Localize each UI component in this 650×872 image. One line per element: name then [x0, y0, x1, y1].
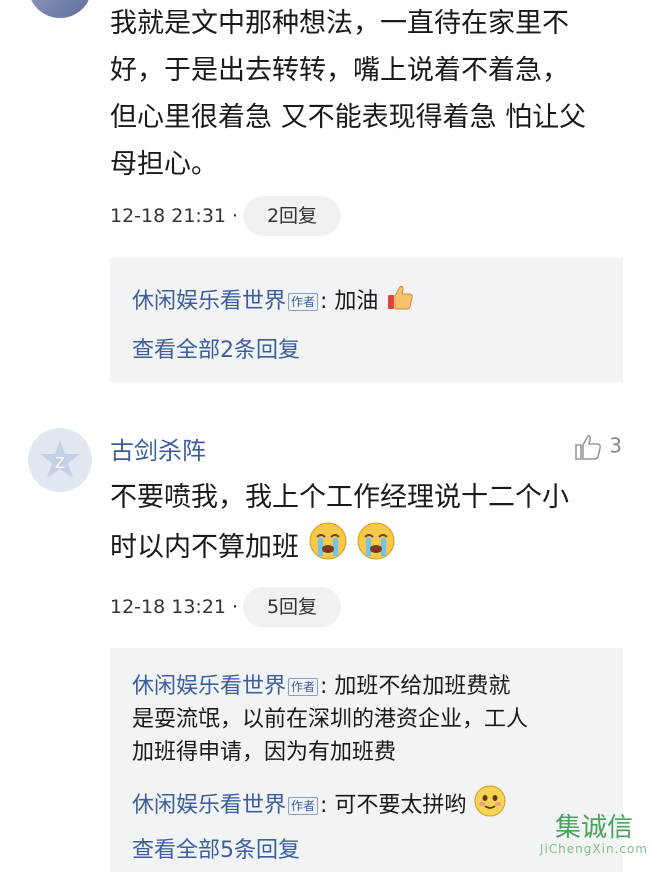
author-badge: 作者: [288, 678, 319, 696]
default-avatar-icon: Z: [28, 428, 92, 492]
author-badge: 作者: [288, 797, 319, 815]
view-all-replies-link[interactable]: 查看全部2条回复: [132, 332, 300, 364]
reply-line: 休闲娱乐看世界 作者: 加班不给加班费就 是耍流氓，以前在深圳的港资企业，工人 加…: [132, 670, 602, 769]
reply-author-name[interactable]: 休闲娱乐看世界: [132, 793, 286, 818]
like-count: 3: [609, 433, 622, 458]
comment-text: 不要喷我，我上个工作经理说十二个小 时以内不算加班: [110, 474, 610, 576]
comment-timestamp: 12-18 21:31 ·: [110, 205, 239, 227]
avatar[interactable]: Z: [28, 428, 92, 492]
crying-face-emoji-icon: [356, 521, 396, 576]
comment-text: 我就是文中那种想法，一直待在家里不 好，于是出去转转，嘴上说着不着急， 但心里很…: [110, 8, 587, 180]
svg-text:Z: Z: [55, 455, 65, 472]
crying-face-emoji-icon: [308, 521, 348, 576]
thumbs-up-icon: [573, 434, 609, 460]
comment-username[interactable]: 古剑杀阵: [110, 431, 206, 466]
reply-text: : 可不要太拼哟: [320, 793, 467, 818]
reply-author-name[interactable]: 休闲娱乐看世界: [132, 289, 286, 314]
reply-author-name[interactable]: 休闲娱乐看世界: [132, 674, 286, 699]
view-all-replies-link[interactable]: 查看全部5条回复: [132, 832, 300, 864]
author-badge: 作者: [288, 293, 319, 311]
comment-timestamp: 12-18 13:21 ·: [110, 596, 239, 618]
reply-line: 休闲娱乐看世界 作者: 可不要太拼哟: [132, 784, 602, 828]
site-watermark-logo: 集诚信 JiChengXin.com: [539, 813, 648, 856]
reply-preview-box[interactable]: 休闲娱乐看世界 作者: 加油 查看全部2条回复: [110, 258, 623, 382]
smiling-face-emoji-icon: [473, 784, 507, 828]
reply-line: 休闲娱乐看世界 作者: 加油: [132, 282, 602, 322]
thumbs-up-emoji-icon: [385, 282, 415, 322]
reply-count-button[interactable]: 2回复: [243, 196, 341, 236]
reply-count-button[interactable]: 5回复: [243, 587, 341, 627]
reply-text: 加班得申请，因为有加班费: [132, 740, 397, 765]
reply-text: : 加班不给加班费就: [320, 674, 511, 699]
like-button[interactable]: 3: [573, 432, 622, 462]
reply-text: : 加油: [320, 289, 379, 314]
reply-text: 是耍流氓，以前在深圳的港资企业，工人: [132, 707, 529, 732]
avatar[interactable]: [28, 0, 92, 18]
